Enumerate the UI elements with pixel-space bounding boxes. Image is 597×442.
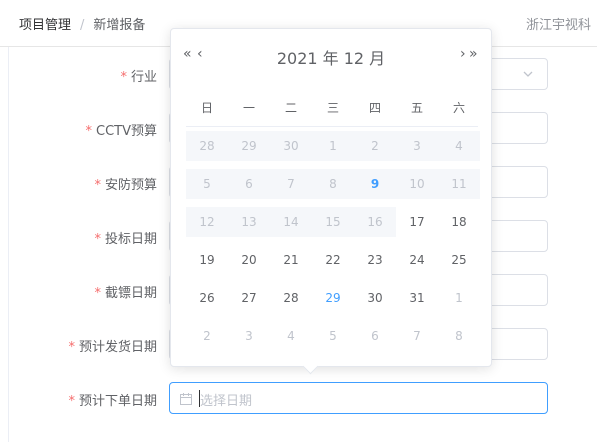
form-label-industry: * 行业 <box>120 70 157 85</box>
calendar-day-disabled: 15 <box>325 215 341 229</box>
form-label-bid-date: * 投标日期 <box>94 232 157 247</box>
calendar-day-disabled: 2 <box>371 139 379 153</box>
calendar-day-today: 9 <box>370 177 380 191</box>
calendar-day[interactable]: 6 <box>354 317 396 355</box>
calendar-day[interactable]: 5 <box>312 317 354 355</box>
next-month-button[interactable]: › <box>460 46 465 62</box>
calendar-day-disabled: 16 <box>367 215 383 229</box>
calendar-day[interactable]: 4 <box>270 317 312 355</box>
calendar-week-row: 28 29 30 1 2 3 4 <box>186 127 480 165</box>
calendar-day[interactable]: 31 <box>396 279 438 317</box>
calendar-day-disabled: 11 <box>451 177 467 191</box>
date-picker-title[interactable]: 2021 年 12 月 <box>171 45 491 69</box>
calendar-day-disabled: 8 <box>329 177 337 191</box>
date-picker-popup: « ‹ 2021 年 12 月 › » 日一二三四五六 28 29 30 1 2 3 4 5 6… <box>170 28 492 375</box>
calendar-day[interactable]: 7 <box>396 317 438 355</box>
order-date-input[interactable]: 选择日期 <box>169 382 548 414</box>
calendar-day[interactable]: 21 <box>270 241 312 279</box>
calendar-day-disabled: 3 <box>413 139 421 153</box>
weekday-header: 日一二三四五六 <box>186 99 478 115</box>
calendar-day[interactable]: 18 <box>438 203 480 241</box>
calendar-day-disabled: 10 <box>409 177 425 191</box>
weekday-label: 五 <box>410 101 423 115</box>
calendar-day[interactable]: 17 <box>396 203 438 241</box>
calendar-day-disabled: 30 <box>283 139 299 153</box>
calendar-day[interactable]: 25 <box>438 241 480 279</box>
weekday-label: 二 <box>284 101 297 115</box>
weekday-label: 三 <box>326 101 339 115</box>
calendar-day[interactable]: 30 <box>354 279 396 317</box>
calendar-day[interactable]: 20 <box>228 241 270 279</box>
calendar-day-disabled: 4 <box>455 139 463 153</box>
calendar-week-row: 19 20 21 22 23 24 25 <box>186 241 478 279</box>
calendar-day[interactable]: 23 <box>354 241 396 279</box>
calendar-day[interactable]: 22 <box>312 241 354 279</box>
form-label-security-budget: * 安防预算 <box>94 178 157 193</box>
company-name: 浙江宇视科 <box>526 18 592 33</box>
form-label-ship-date: * 预计发货日期 <box>68 340 157 355</box>
date-placeholder: 选择日期 <box>200 394 253 409</box>
calendar-day-disabled: 6 <box>245 177 253 191</box>
calendar-day[interactable]: 2 <box>186 317 228 355</box>
calendar-day-disabled: 1 <box>329 139 337 153</box>
breadcrumb-separator: / <box>80 18 85 33</box>
calendar-grid: 28 29 30 1 2 3 4 5 6 7 8 9 10 11 12 13 14 15 16 17 18 19 20 21 2… <box>186 127 480 355</box>
calendar-day[interactable]: 28 <box>270 279 312 317</box>
calendar-day-disabled: 14 <box>283 215 299 229</box>
next-year-button[interactable]: » <box>469 46 477 62</box>
breadcrumb: 项目管理 / 新增报备 <box>19 14 145 33</box>
calendar-week-row: 2345678 <box>186 317 478 355</box>
calendar-day[interactable]: 24 <box>396 241 438 279</box>
weekday-label: 六 <box>452 101 465 115</box>
calendar-day[interactable]: 29 <box>312 279 354 317</box>
form-label-deadline-date: * 截镖日期 <box>94 286 157 301</box>
weekday-label: 日 <box>200 101 213 115</box>
calendar-day[interactable]: 8 <box>438 317 480 355</box>
weekday-label: 四 <box>368 101 381 115</box>
calendar-week-row: 5 6 7 8 9 10 11 <box>186 165 480 203</box>
date-picker-header: « ‹ 2021 年 12 月 › » <box>171 43 491 69</box>
calendar-icon <box>180 393 192 405</box>
chevron-down-icon <box>523 71 533 77</box>
calendar-day-disabled: 5 <box>203 177 211 191</box>
calendar-day-disabled: 13 <box>241 215 257 229</box>
calendar-day-disabled: 12 <box>199 215 215 229</box>
calendar-day[interactable]: 1 <box>438 279 480 317</box>
calendar-week-row: 26 27 28 29 30 31 1 <box>186 279 478 317</box>
breadcrumb-current: 新增报备 <box>93 18 146 33</box>
breadcrumb-root[interactable]: 项目管理 <box>19 18 71 33</box>
calendar-day-disabled: 28 <box>199 139 215 153</box>
calendar-day[interactable]: 26 <box>186 279 228 317</box>
calendar-day[interactable]: 3 <box>228 317 270 355</box>
calendar-week-row: 12 13 14 15 16 17 18 <box>186 203 478 241</box>
calendar-day[interactable]: 27 <box>228 279 270 317</box>
form-label-cctv-budget: * CCTV预算 <box>85 124 158 139</box>
calendar-day-disabled: 7 <box>287 177 295 191</box>
calendar-day[interactable]: 19 <box>186 241 228 279</box>
calendar-day-disabled: 29 <box>241 139 257 153</box>
form-label-order-date: * 预计下单日期 <box>68 394 157 409</box>
weekday-label: 一 <box>242 101 255 115</box>
